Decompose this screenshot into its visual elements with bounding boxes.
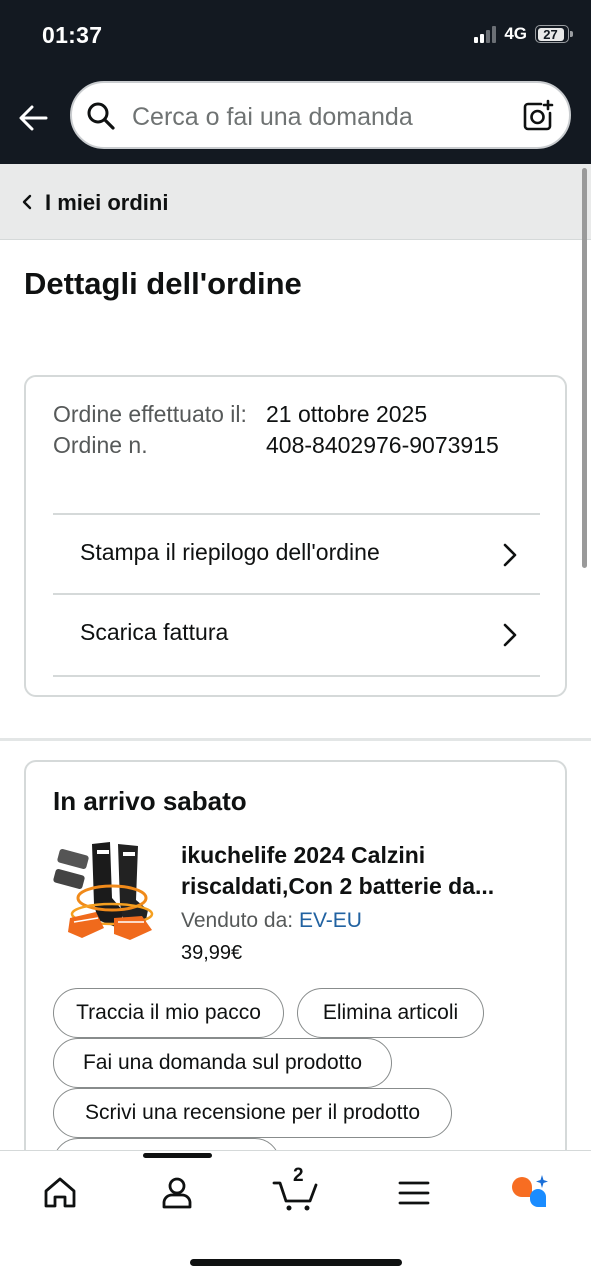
- order-date-value: 21 ottobre 2025: [266, 401, 428, 427]
- chevron-right-icon: [503, 623, 517, 647]
- product-title-line2: riscaldati,Con 2 batterie da...: [181, 873, 495, 899]
- chevron-right-icon: [503, 543, 517, 567]
- home-indicator: [190, 1259, 402, 1266]
- product-price: 39,99€: [181, 942, 243, 964]
- back-arrow-icon[interactable]: [16, 100, 52, 136]
- signal-icon: [474, 25, 497, 43]
- search-bar[interactable]: Cerca o fai una domanda: [70, 81, 571, 149]
- app-header: 01:37 4G 27 Cerca o fai una domanda: [0, 0, 591, 164]
- battery-icon: 27: [535, 25, 573, 43]
- order-labels: Ordine effettuato il: Ordine n.: [53, 399, 253, 461]
- order-number-value: 408-8402976-9073915: [266, 432, 499, 458]
- write-review-button[interactable]: Scrivi una recensione per il prodotto: [53, 1088, 452, 1138]
- divider: [53, 675, 540, 677]
- scrollbar[interactable]: [582, 168, 587, 568]
- page-title: Dettagli dell'ordine: [24, 266, 302, 301]
- print-summary-label: Stampa il riepilogo dell'ordine: [80, 539, 380, 565]
- menu-icon[interactable]: [394, 1173, 434, 1213]
- product-title[interactable]: ikuchelife 2024 Calzini riscaldati,Con 2…: [181, 840, 541, 902]
- section-separator: [0, 738, 591, 741]
- order-values: 21 ottobre 2025 408-8402976-9073915: [266, 399, 499, 461]
- seller-link[interactable]: EV-EU: [299, 909, 362, 932]
- product-title-line1: ikuchelife 2024 Calzini: [181, 842, 426, 868]
- status-indicators: 4G 27: [474, 24, 573, 44]
- active-tab-indicator: [143, 1153, 212, 1158]
- order-date-label: Ordine effettuato il:: [53, 401, 247, 427]
- search-input[interactable]: Cerca o fai una domanda: [132, 103, 413, 132]
- order-info-card: Ordine effettuato il: Ordine n. 21 ottob…: [24, 375, 567, 697]
- cart-count-badge: 2: [293, 1165, 304, 1186]
- download-invoice-link[interactable]: Scarica fattura: [53, 595, 540, 673]
- ask-question-button[interactable]: Fai una domanda sul prodotto: [53, 1038, 392, 1088]
- print-summary-link[interactable]: Stampa il riepilogo dell'ordine: [53, 515, 540, 593]
- seller-prefix: Venduto da:: [181, 909, 294, 932]
- seller-info: Venduto da: EV-EU: [181, 909, 362, 933]
- download-invoice-label: Scarica fattura: [80, 619, 229, 645]
- battery-level: 27: [537, 27, 564, 41]
- account-icon[interactable]: [157, 1173, 197, 1213]
- rufus-ai-icon[interactable]: [508, 1173, 552, 1213]
- camera-search-icon[interactable]: [521, 99, 555, 133]
- home-icon[interactable]: [40, 1173, 80, 1213]
- breadcrumb-my-orders[interactable]: I miei ordini: [45, 190, 168, 216]
- status-time: 01:37: [42, 22, 103, 48]
- breadcrumb[interactable]: I miei ordini: [0, 164, 591, 240]
- search-icon: [87, 102, 115, 130]
- track-package-button[interactable]: Traccia il mio pacco: [53, 988, 284, 1038]
- product-image[interactable]: [52, 838, 162, 942]
- shipment-card: In arrivo sabato ikuchelife 2024 Calzini…: [24, 760, 567, 1188]
- chevron-left-icon: [22, 194, 32, 210]
- network-type: 4G: [504, 24, 527, 43]
- delivery-status: In arrivo sabato: [53, 786, 247, 816]
- remove-items-button[interactable]: Elimina articoli: [297, 988, 484, 1038]
- order-number-label: Ordine n.: [53, 432, 148, 458]
